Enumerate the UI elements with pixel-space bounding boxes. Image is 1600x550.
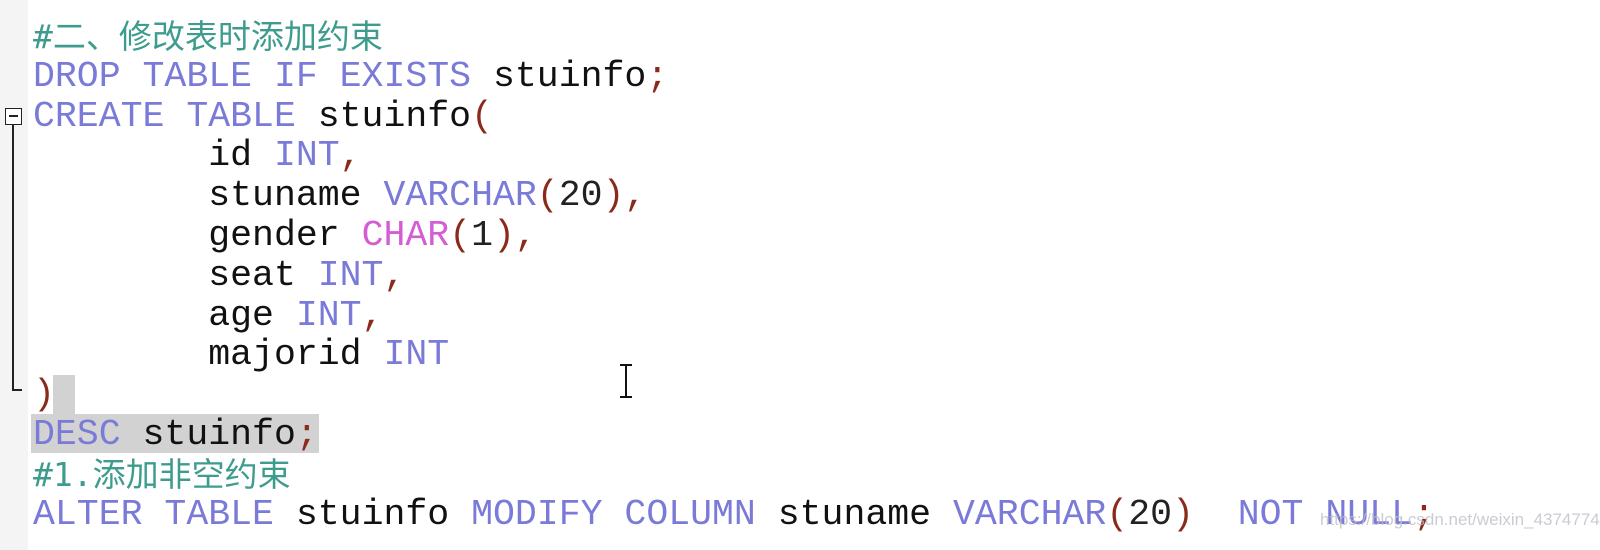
code-token: seat bbox=[33, 254, 318, 296]
watermark: https://blog.csdn.net/weixin_43747748 bbox=[1320, 510, 1600, 529]
fold-range-line bbox=[12, 125, 14, 391]
code-editor[interactable]: #二、修改表时添加约束 DROP TABLE IF EXISTS stuinfo;… bbox=[33, 17, 1435, 534]
code-token: CREATE TABLE bbox=[33, 95, 296, 137]
collapse-minus-icon[interactable] bbox=[5, 108, 22, 125]
code-token: ; bbox=[295, 413, 318, 455]
code-line[interactable]: stuname VARCHAR(20), bbox=[33, 176, 1435, 216]
code-token: VARCHAR bbox=[952, 493, 1107, 535]
code-line[interactable]: age INT, bbox=[33, 294, 1435, 336]
code-token: 1 bbox=[471, 214, 493, 256]
code-token: ) bbox=[33, 374, 55, 416]
code-line[interactable]: gender CHAR(1), bbox=[33, 214, 1435, 256]
code-token: #二、修改表时添加约束 bbox=[33, 17, 383, 56]
code-token: , bbox=[383, 254, 406, 296]
code-token: age bbox=[33, 294, 296, 336]
code-token: DESC bbox=[33, 413, 121, 455]
code-token: CHAR bbox=[361, 214, 450, 256]
code-token: ( bbox=[471, 95, 493, 137]
code-token: VARCHAR bbox=[383, 175, 537, 217]
code-token: ( bbox=[1106, 493, 1129, 535]
text-ibeam-cursor-icon bbox=[619, 364, 633, 398]
code-token: stuinfo bbox=[471, 55, 647, 97]
editor-gutter bbox=[0, 0, 28, 550]
code-token: INT bbox=[273, 135, 340, 177]
code-line[interactable]: #二、修改表时添加约束 bbox=[33, 17, 1435, 57]
code-token: INT bbox=[383, 334, 450, 376]
code-line[interactable]: ALTER TABLE stuinfo MODIFY COLUMN stunam… bbox=[33, 493, 1435, 535]
code-token: majorid bbox=[33, 334, 384, 376]
code-token: DROP TABLE IF EXISTS bbox=[33, 55, 472, 97]
code-token: , bbox=[339, 135, 362, 177]
code-line[interactable]: CREATE TABLE stuinfo( bbox=[33, 95, 1435, 137]
code-token: ALTER TABLE bbox=[33, 493, 274, 535]
code-line[interactable]: id INT, bbox=[33, 136, 1435, 176]
code-token: ( bbox=[536, 175, 559, 217]
code-line[interactable]: DROP TABLE IF EXISTS stuinfo; bbox=[33, 55, 1435, 97]
code-token: 20 bbox=[558, 175, 603, 217]
code-token: ), bbox=[493, 214, 537, 256]
code-token: ; bbox=[646, 55, 669, 97]
code-token: gender bbox=[33, 214, 362, 256]
code-token: #1.添加非空约束 bbox=[33, 454, 291, 494]
code-token: id bbox=[33, 135, 274, 177]
code-token: INT bbox=[317, 254, 384, 296]
code-token: INT bbox=[295, 294, 362, 336]
fold-range-end bbox=[12, 389, 22, 391]
code-token: stuinfo bbox=[295, 95, 472, 137]
code-token: stuinfo bbox=[120, 413, 296, 455]
code-token: 20 bbox=[1128, 493, 1173, 535]
code-line[interactable]: seat INT, bbox=[33, 254, 1435, 296]
code-token: stuname bbox=[33, 175, 384, 217]
code-line[interactable]: DESC stuinfo; bbox=[33, 413, 1435, 455]
code-line[interactable]: ) bbox=[33, 375, 1435, 415]
code-token: stuname bbox=[755, 493, 953, 535]
code-line[interactable]: majorid INT bbox=[33, 335, 1435, 375]
code-token: ) bbox=[1172, 493, 1194, 535]
code-token: MODIFY COLUMN bbox=[471, 493, 756, 535]
code-token: stuinfo bbox=[273, 493, 472, 535]
code-line[interactable]: #1.添加非空约束 bbox=[33, 455, 1435, 495]
code-token: ( bbox=[449, 214, 472, 256]
code-token: ), bbox=[602, 175, 647, 217]
code-token: , bbox=[361, 294, 384, 336]
